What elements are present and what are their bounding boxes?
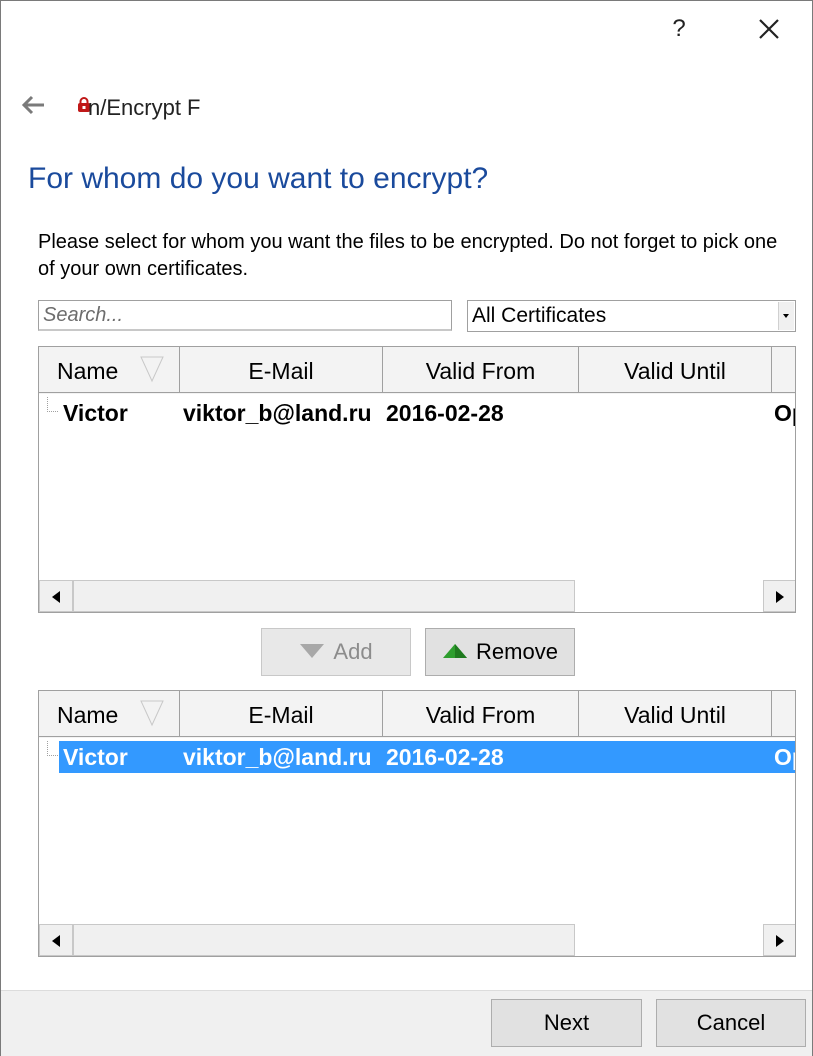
back-arrow-icon[interactable] — [18, 90, 48, 120]
add-button-label: Add — [333, 639, 373, 664]
column-header-valid-from[interactable]: Valid From — [383, 347, 579, 393]
cell-valid-from: 2016-02-28 — [386, 744, 504, 770]
column-header-valid-until[interactable]: Valid Until — [579, 691, 772, 737]
certificate-filter-select[interactable]: All Certificates — [467, 300, 796, 332]
cell-email: viktor_b@land.ru — [183, 744, 372, 770]
cell-email: viktor_b@land.ru — [183, 400, 372, 426]
cell-name: Victor — [63, 400, 128, 426]
selected-certificates-table[interactable]: Name E-Mail Valid From Valid Until Victo… — [38, 690, 796, 957]
remove-button[interactable]: Remove — [425, 628, 575, 676]
instructions-text: Please select for whom you want the file… — [38, 231, 778, 280]
search-input[interactable] — [39, 301, 451, 329]
table-header: Name E-Mail Valid From Valid Until — [39, 347, 795, 394]
cancel-button[interactable]: Cancel — [656, 999, 806, 1047]
remove-button-label: Remove — [476, 639, 558, 664]
cell-extra: Op — [774, 400, 795, 426]
column-header-name[interactable]: Name — [39, 691, 180, 737]
table-row-selected[interactable]: Victor viktor_b@land.ru 2016-02-28 Op — [39, 741, 795, 773]
column-header-more[interactable] — [772, 347, 795, 393]
column-header-valid-until[interactable]: Valid Until — [579, 347, 772, 393]
column-header-name-label: Name — [57, 702, 119, 728]
column-header-name[interactable]: Name — [39, 347, 180, 393]
table-row[interactable]: Victor viktor_b@land.ru 2016-02-28 Op — [39, 397, 795, 429]
search-field[interactable] — [38, 300, 452, 331]
help-button[interactable]: ? — [665, 12, 693, 46]
tree-branch — [47, 741, 58, 756]
cell-name: Victor — [63, 744, 128, 770]
scroll-left-icon[interactable] — [39, 924, 73, 956]
dropdown-arrow-icon[interactable] — [778, 302, 794, 330]
add-button[interactable]: Add — [261, 628, 411, 676]
available-certificates-table[interactable]: Name E-Mail Valid From Valid Until Victo… — [38, 346, 796, 613]
cell-extra: Op — [774, 744, 795, 770]
tree-branch — [47, 397, 58, 412]
close-icon[interactable] — [752, 12, 786, 46]
arrow-down-icon — [300, 644, 325, 659]
scroll-thumb[interactable] — [73, 924, 575, 956]
app-title: n/Encrypt F — [88, 95, 201, 120]
scroll-right-icon[interactable] — [763, 924, 795, 956]
column-header-more[interactable] — [772, 691, 795, 737]
arrow-up-icon — [443, 644, 468, 659]
column-header-email[interactable]: E-Mail — [180, 691, 383, 737]
column-header-valid-from[interactable]: Valid From — [383, 691, 579, 737]
next-button[interactable]: Next — [491, 999, 642, 1047]
filter-selected-value: All Certificates — [472, 304, 607, 327]
column-header-name-label: Name — [57, 358, 119, 384]
sort-indicator-icon — [140, 356, 164, 383]
scroll-thumb[interactable] — [73, 580, 575, 612]
horizontal-scrollbar[interactable] — [39, 924, 795, 956]
scroll-right-icon[interactable] — [763, 580, 795, 612]
horizontal-scrollbar[interactable] — [39, 580, 795, 612]
cell-valid-from: 2016-02-28 — [386, 400, 504, 426]
column-header-email[interactable]: E-Mail — [180, 347, 383, 393]
table-header: Name E-Mail Valid From Valid Until — [39, 691, 795, 738]
sort-indicator-icon — [140, 700, 164, 727]
page-title: For whom do you want to encrypt? — [28, 162, 489, 195]
scroll-left-icon[interactable] — [39, 580, 73, 612]
